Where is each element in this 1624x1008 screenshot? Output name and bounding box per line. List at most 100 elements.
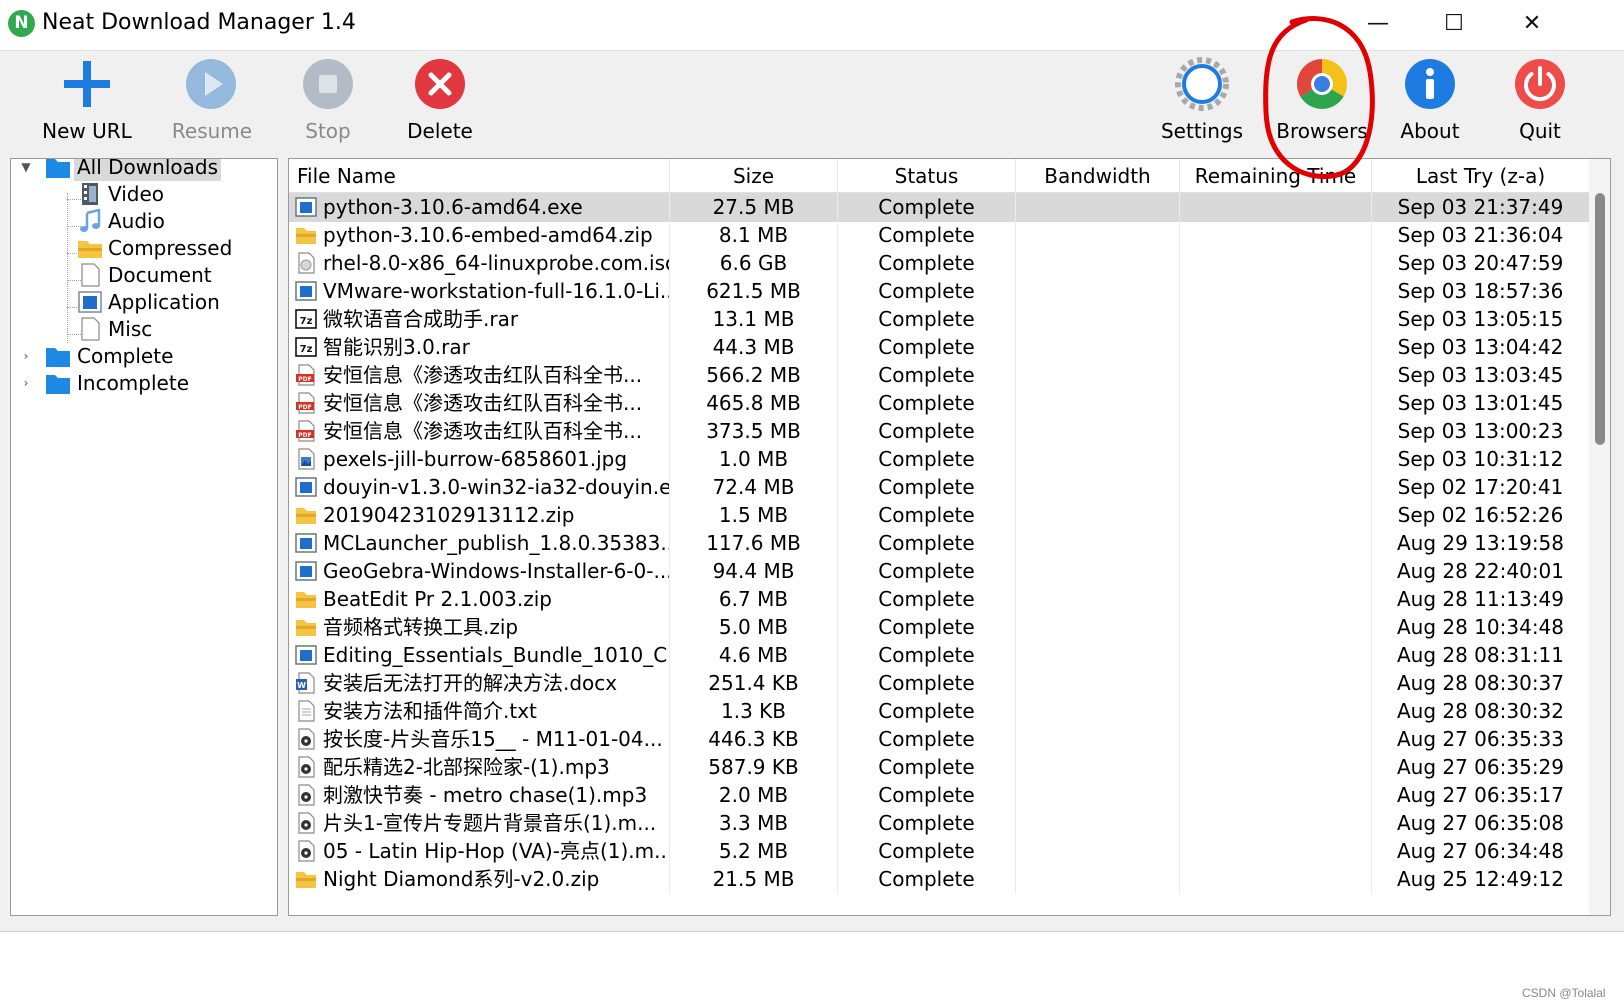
file-name: 刺激快节奏 - metro chase(1).mp3 bbox=[323, 783, 648, 807]
file-size: 44.3 MB bbox=[670, 333, 838, 362]
scrollbar-thumb[interactable] bbox=[1595, 193, 1605, 445]
file-size: 2.0 MB bbox=[670, 781, 838, 810]
column-header-bandwidth[interactable]: Bandwidth bbox=[1016, 159, 1180, 193]
file-status: Complete bbox=[838, 193, 1016, 222]
tree-item-all-downloads[interactable]: ▼ All Downloads bbox=[11, 159, 277, 181]
chevron-right-icon[interactable]: › bbox=[19, 370, 33, 397]
file-size: 27.5 MB bbox=[670, 193, 838, 222]
tree-label-document: Document bbox=[108, 263, 212, 287]
file-row[interactable]: MCLauncher_publish_1.8.0.35383.... 117.6 … bbox=[289, 529, 1589, 558]
tree-item-application[interactable]: Application bbox=[11, 289, 277, 316]
file-row[interactable]: 刺激快节奏 - metro chase(1).mp3 2.0 MB Complete… bbox=[289, 781, 1589, 810]
chevron-down-icon[interactable]: ▼ bbox=[19, 159, 33, 181]
resume-button[interactable]: Resume bbox=[160, 55, 264, 147]
file-remaining-time bbox=[1180, 669, 1372, 698]
tree-item-complete[interactable]: › Complete bbox=[11, 343, 277, 370]
tree-item-video[interactable]: Video bbox=[11, 181, 277, 208]
file-row[interactable]: rhel-8.0-x86_64-linuxprobe.com.iso 6.6 GB… bbox=[289, 249, 1589, 278]
file-status: Complete bbox=[838, 865, 1016, 894]
file-remaining-time bbox=[1180, 361, 1372, 390]
column-header-status[interactable]: Status bbox=[838, 159, 1016, 193]
file-status: Complete bbox=[838, 641, 1016, 670]
delete-button[interactable]: Delete bbox=[390, 55, 490, 147]
file-row[interactable]: 音频格式转换工具.zip 5.0 MB Complete Aug 28 10:34:4… bbox=[289, 613, 1589, 642]
chevron-right-icon[interactable]: › bbox=[19, 343, 33, 370]
file-row[interactable]: 7z 微软语音合成助手.rar 13.1 MB Complete Sep 03 13:0… bbox=[289, 305, 1589, 334]
file-name: 音频格式转换工具.zip bbox=[323, 615, 519, 639]
file-row[interactable]: 7z 智能识别3.0.rar 44.3 MB Complete Sep 03 13:04… bbox=[289, 333, 1589, 362]
file-row[interactable]: pexels-jill-burrow-6858601.jpg 1.0 MB Comp… bbox=[289, 445, 1589, 474]
file-row[interactable]: 20190423102913112.zip 1.5 MB Complete Sep 0… bbox=[289, 501, 1589, 530]
file-row[interactable]: BeatEdit Pr 2.1.003.zip 6.7 MB Complete Aug… bbox=[289, 585, 1589, 614]
file-size: 94.4 MB bbox=[670, 557, 838, 586]
file-name: Editing_Essentials_Bundle_1010_C... bbox=[323, 643, 670, 667]
new-url-button[interactable]: New URL bbox=[28, 55, 146, 147]
file-bandwidth bbox=[1016, 557, 1180, 586]
file-status: Complete bbox=[838, 473, 1016, 502]
file-name-cell: PDF 安恒信息《渗透攻击红队百科全书... bbox=[289, 361, 670, 390]
settings-button[interactable]: Settings bbox=[1152, 55, 1252, 147]
tree-label-audio: Audio bbox=[108, 209, 165, 233]
file-bandwidth bbox=[1016, 389, 1180, 418]
file-size: 5.0 MB bbox=[670, 613, 838, 642]
about-button[interactable]: About bbox=[1384, 55, 1476, 147]
file-row[interactable]: 按长度-片头音乐15__ - M11-01-04... 446.3 KB Compl… bbox=[289, 725, 1589, 754]
file-row[interactable]: PDF 安恒信息《渗透攻击红队百科全书... 566.2 MB Complete Sep… bbox=[289, 361, 1589, 390]
zip-file-icon bbox=[296, 508, 316, 524]
file-row[interactable]: Night Diamond系列-v2.0.zip 21.5 MB Complete A… bbox=[289, 865, 1589, 894]
stop-button[interactable]: Stop bbox=[280, 55, 376, 147]
file-name: Night Diamond系列-v2.0.zip bbox=[323, 867, 600, 891]
vertical-scrollbar[interactable] bbox=[1589, 159, 1610, 915]
file-bandwidth bbox=[1016, 305, 1180, 334]
file-last-try: Aug 27 06:35:17 bbox=[1396, 783, 1565, 807]
quit-button[interactable]: Quit bbox=[1500, 55, 1580, 147]
file-bandwidth bbox=[1016, 445, 1180, 474]
file-row[interactable]: 配乐精选2-北部探险家-(1).mp3 587.9 KB Complete Aug 2… bbox=[289, 753, 1589, 782]
maximize-button[interactable]: ☐ bbox=[1426, 6, 1482, 42]
file-row[interactable]: GeoGebra-Windows-Installer-6-0-... 94.4 M… bbox=[289, 557, 1589, 586]
tree-label-misc: Misc bbox=[108, 317, 153, 341]
file-row[interactable]: python-3.10.6-amd64.exe 27.5 MB Complete Se… bbox=[289, 193, 1589, 222]
column-header-size[interactable]: Size bbox=[670, 159, 838, 193]
file-row[interactable]: 片头1-宣传片专题片背景音乐(1).m... 3.3 MB Complete Aug … bbox=[289, 809, 1589, 838]
file-last-try: Sep 03 13:00:23 bbox=[1397, 419, 1564, 443]
close-button[interactable]: ✕ bbox=[1504, 6, 1560, 42]
file-row[interactable]: VMware-workstation-full-16.1.0-Li... 621.… bbox=[289, 277, 1589, 306]
column-header-last-try[interactable]: Last Try (z-a) bbox=[1372, 159, 1589, 193]
file-bandwidth bbox=[1016, 697, 1180, 726]
file-last-try: Sep 03 13:05:15 bbox=[1397, 307, 1564, 331]
tree-item-audio[interactable]: Audio bbox=[11, 208, 277, 235]
stop-label: Stop bbox=[305, 119, 351, 143]
file-row[interactable]: W 安装后无法打开的解决方法.docx 251.4 KB Complete Aug 28… bbox=[289, 669, 1589, 698]
column-header-file-name[interactable]: File Name bbox=[289, 159, 670, 193]
file-row[interactable]: PDF 安恒信息《渗透攻击红队百科全书... 373.5 MB Complete Sep… bbox=[289, 417, 1589, 446]
file-size: 6.7 MB bbox=[670, 585, 838, 614]
tree-item-misc[interactable]: Misc bbox=[11, 316, 277, 343]
file-size: 465.8 MB bbox=[670, 389, 838, 418]
exe-file-icon bbox=[295, 281, 317, 301]
file-bandwidth bbox=[1016, 669, 1180, 698]
app-logo-icon: N bbox=[8, 10, 35, 37]
file-name-cell: BeatEdit Pr 2.1.003.zip bbox=[289, 585, 670, 614]
file-row[interactable]: python-3.10.6-embed-amd64.zip 8.1 MB Compl… bbox=[289, 221, 1589, 250]
file-last-try: Aug 27 06:35:29 bbox=[1396, 755, 1565, 779]
file-status: Complete bbox=[838, 277, 1016, 306]
file-name-cell: W 安装后无法打开的解决方法.docx bbox=[289, 669, 670, 698]
file-row[interactable]: 安装方法和插件简介.txt 1.3 KB Complete Aug 28 08:30:… bbox=[289, 697, 1589, 726]
tree-item-document[interactable]: Document bbox=[11, 262, 277, 289]
file-last-try: Aug 27 06:35:33 bbox=[1396, 727, 1565, 751]
file-size: 5.2 MB bbox=[670, 837, 838, 866]
file-row[interactable]: douyin-v1.3.0-win32-ia32-douyin.e... 72.4… bbox=[289, 473, 1589, 502]
tree-item-compressed[interactable]: Compressed bbox=[11, 235, 277, 262]
file-remaining-time bbox=[1180, 249, 1372, 278]
music-note-icon bbox=[80, 209, 101, 232]
file-row[interactable]: Editing_Essentials_Bundle_1010_C... 4.6 M… bbox=[289, 641, 1589, 670]
file-last-try: Aug 28 11:13:49 bbox=[1396, 587, 1565, 611]
file-size: 117.6 MB bbox=[670, 529, 838, 558]
tree-item-incomplete[interactable]: › Incomplete bbox=[11, 370, 277, 397]
file-row[interactable]: 05 - Latin Hip-Hop (VA)-亮点(1).m... 5.2 MB… bbox=[289, 837, 1589, 866]
file-row[interactable]: PDF 安恒信息《渗透攻击红队百科全书... 465.8 MB Complete Sep… bbox=[289, 389, 1589, 418]
file-name-cell: PDF 安恒信息《渗透攻击红队百科全书... bbox=[289, 389, 670, 418]
file-name: 按长度-片头音乐15__ - M11-01-04... bbox=[323, 727, 663, 751]
file-last-try: Sep 03 10:31:12 bbox=[1397, 447, 1564, 471]
